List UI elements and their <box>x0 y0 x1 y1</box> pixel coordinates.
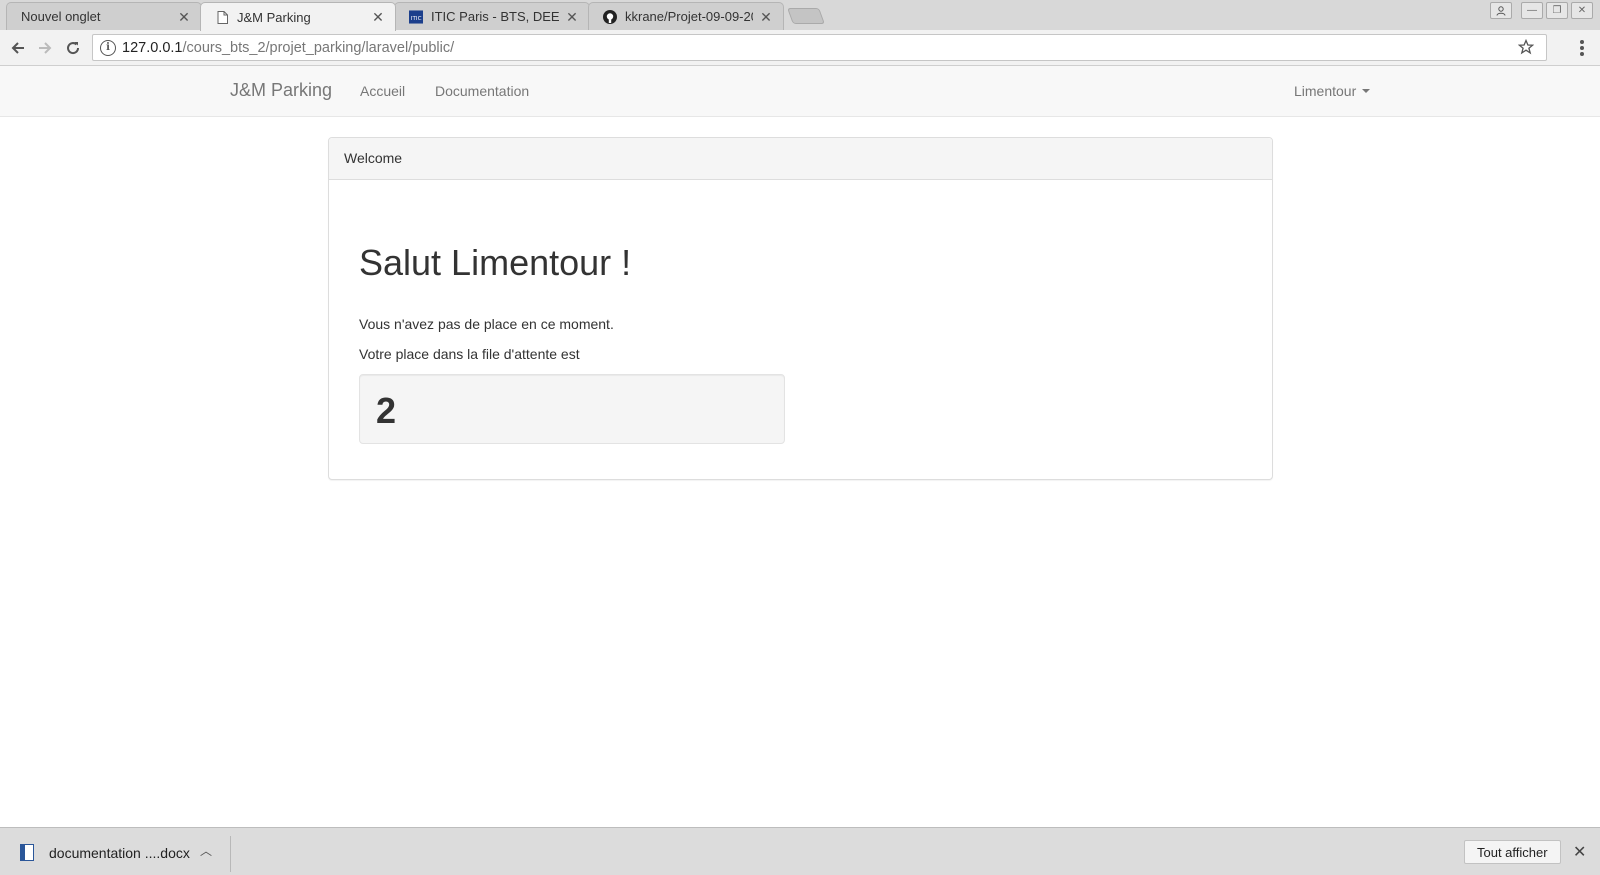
document-icon <box>20 844 34 861</box>
itic-logo-icon: ITIC <box>409 9 423 24</box>
close-icon[interactable]: ✕ <box>565 10 579 24</box>
window-close-icon[interactable]: ✕ <box>1571 2 1593 19</box>
no-place-message: Vous n'avez pas de place en ce moment. <box>359 316 614 332</box>
close-icon[interactable]: ✕ <box>1573 842 1586 862</box>
tab-title: ITIC Paris - BTS, DEES, L <box>431 9 559 24</box>
info-icon[interactable]: i <box>100 39 116 56</box>
tab-github[interactable]: kkrane/Projet-09-09-20 ✕ <box>588 2 784 30</box>
caret-down-icon <box>1362 89 1371 93</box>
site-navbar: J&M Parking Accueil Documentation Liment… <box>0 66 1600 117</box>
close-icon[interactable]: ✕ <box>177 10 191 24</box>
tab-itic[interactable]: ITIC ITIC Paris - BTS, DEES, L ✕ <box>394 2 590 30</box>
address-bar[interactable]: i 127.0.0.1/cours_bts_2/projet_parking/l… <box>92 34 1547 61</box>
tab-strip: Nouvel onglet ✕ J&M Parking ✕ ITIC ITIC … <box>0 0 1600 31</box>
url-path: /cours_bts_2/projet_parking/laravel/publ… <box>182 39 455 56</box>
nav-link-documentation[interactable]: Documentation <box>435 83 529 99</box>
close-icon[interactable]: ✕ <box>759 10 773 24</box>
queue-position: 2 <box>376 390 397 431</box>
nav-link-accueil[interactable]: Accueil <box>360 83 405 99</box>
forward-arrow-icon[interactable] <box>34 37 56 59</box>
tab-jm-parking[interactable]: J&M Parking ✕ <box>200 2 396 31</box>
page-icon <box>215 10 229 24</box>
user-name: Limentour <box>1294 83 1357 99</box>
greeting-heading: Salut Limentour ! <box>359 242 632 283</box>
tab-title: J&M Parking <box>237 9 311 25</box>
queue-position-box: 2 <box>359 374 785 444</box>
download-shelf: documentation ....docx ︿ Tout afficher ✕ <box>0 827 1600 875</box>
minimize-icon[interactable]: — <box>1521 2 1543 19</box>
divider <box>230 836 231 872</box>
queue-label: Votre place dans la file d'attente est <box>359 346 580 362</box>
user-dropdown[interactable]: Limentour <box>1294 83 1371 99</box>
browser-menu-icon[interactable] <box>1575 38 1589 58</box>
browser-toolbar: i 127.0.0.1/cours_bts_2/projet_parking/l… <box>0 30 1600 66</box>
tab-new-tab[interactable]: Nouvel onglet ✕ <box>6 2 202 30</box>
url-host: 127.0.0.1 <box>122 39 183 56</box>
back-arrow-icon[interactable] <box>7 37 29 59</box>
github-icon <box>603 9 617 24</box>
panel-heading: Welcome <box>329 138 1272 180</box>
download-file-name[interactable]: documentation ....docx <box>49 845 190 861</box>
svg-text:ITIC: ITIC <box>411 15 422 21</box>
tab-title: Nouvel onglet <box>21 9 101 24</box>
restore-icon[interactable]: ❐ <box>1546 2 1568 19</box>
show-all-button[interactable]: Tout afficher <box>1464 840 1561 864</box>
close-icon[interactable]: ✕ <box>371 10 385 24</box>
chevron-up-icon[interactable]: ︿ <box>200 842 212 859</box>
profile-icon[interactable] <box>1490 2 1512 19</box>
reload-icon[interactable] <box>62 37 84 59</box>
welcome-panel: Welcome Salut Limentour ! Vous n'avez pa… <box>328 137 1273 480</box>
tab-title: kkrane/Projet-09-09-20 <box>625 9 753 24</box>
bookmark-star-icon[interactable] <box>1517 38 1535 59</box>
brand-link[interactable]: J&M Parking <box>230 80 332 101</box>
new-tab-button[interactable] <box>787 8 825 24</box>
